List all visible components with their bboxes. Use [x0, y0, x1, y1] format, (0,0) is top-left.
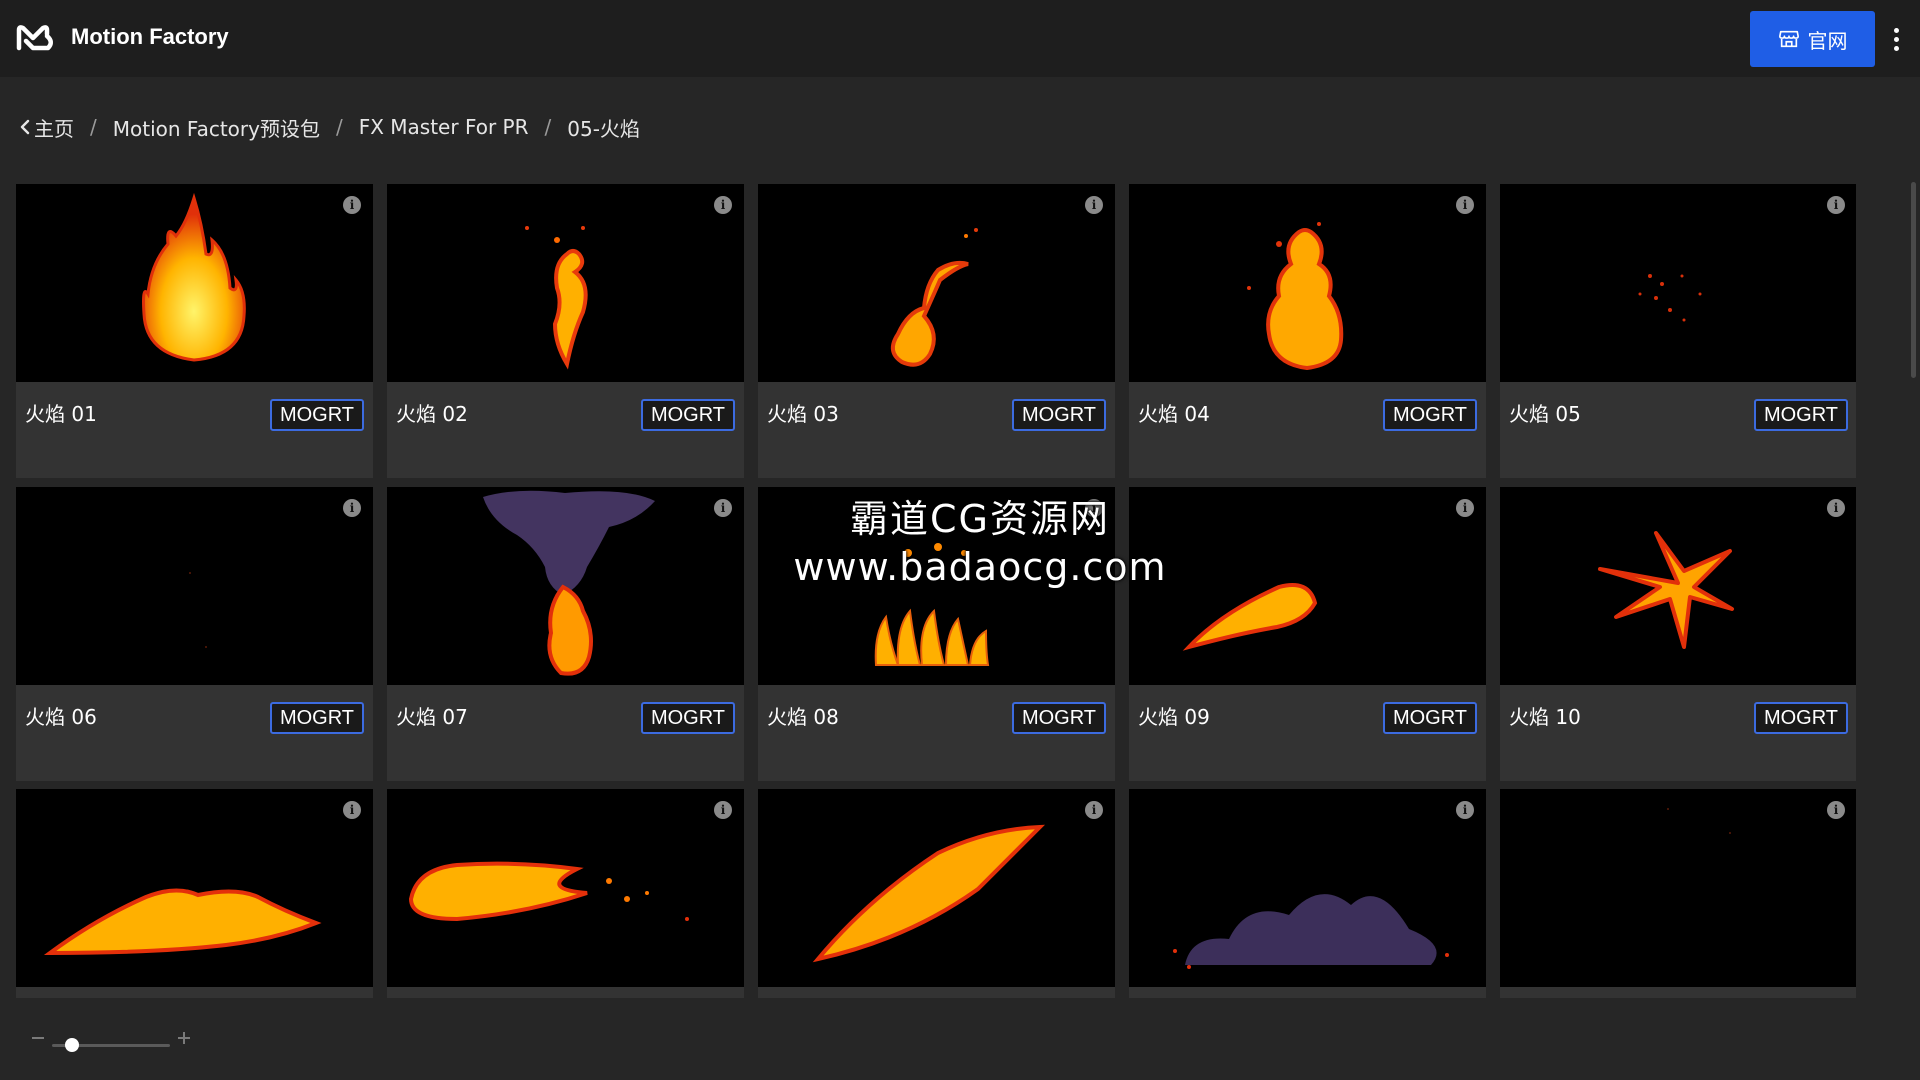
- effect-card[interactable]: i: [16, 789, 373, 998]
- effect-thumbnail: [758, 487, 1115, 685]
- info-icon[interactable]: i: [714, 196, 732, 214]
- footer-bar: [0, 998, 1920, 1080]
- effect-thumbnail: [1500, 487, 1856, 685]
- zoom-slider-handle[interactable]: [65, 1038, 80, 1052]
- info-icon[interactable]: i: [343, 196, 361, 214]
- effect-card[interactable]: i 火焰 01 MOGRT: [16, 184, 373, 478]
- effect-card[interactable]: i 火焰 06 MOGRT: [16, 487, 373, 781]
- breadcrumb: 主页 / Motion Factory预设包 / FX Master For P…: [20, 112, 640, 142]
- info-icon[interactable]: i: [343, 499, 361, 517]
- breadcrumb-fx-master[interactable]: FX Master For PR: [359, 115, 529, 139]
- info-icon[interactable]: i: [714, 499, 732, 517]
- info-icon[interactable]: i: [343, 801, 361, 819]
- effect-title: 火焰 03: [767, 402, 839, 426]
- info-icon[interactable]: i: [1456, 196, 1474, 214]
- more-menu-button[interactable]: [1884, 24, 1908, 54]
- mogrt-badge[interactable]: MOGRT: [1754, 702, 1848, 734]
- effect-card[interactable]: i 火焰 08 MOGRT: [758, 487, 1115, 781]
- info-icon[interactable]: i: [1827, 499, 1845, 517]
- official-site-button[interactable]: 官网: [1750, 11, 1875, 67]
- mogrt-badge[interactable]: MOGRT: [1012, 702, 1106, 734]
- effect-title: 火焰 10: [1509, 705, 1581, 729]
- mogrt-badge[interactable]: MOGRT: [1383, 702, 1477, 734]
- info-icon[interactable]: i: [1827, 801, 1845, 819]
- effect-thumbnail: [16, 487, 373, 685]
- effect-card[interactable]: i 火焰 10 MOGRT: [1500, 487, 1856, 781]
- effect-card[interactable]: i 火焰 07 MOGRT: [387, 487, 744, 781]
- effect-title: 火焰 04: [1138, 402, 1210, 426]
- mogrt-badge[interactable]: MOGRT: [641, 399, 735, 431]
- mogrt-badge[interactable]: MOGRT: [270, 702, 364, 734]
- effect-title: 火焰 07: [396, 705, 468, 729]
- effect-card[interactable]: i 火焰 05 MOGRT: [1500, 184, 1856, 478]
- effect-card[interactable]: i 火焰 09 MOGRT: [1129, 487, 1486, 781]
- breadcrumb-separator: /: [335, 115, 343, 139]
- info-icon[interactable]: i: [1085, 499, 1103, 517]
- effect-thumbnail: [1500, 789, 1856, 987]
- plus-icon[interactable]: [176, 1030, 192, 1046]
- info-icon[interactable]: i: [714, 801, 732, 819]
- breadcrumb-current[interactable]: 05-火焰: [567, 113, 640, 142]
- effect-thumbnail: [758, 184, 1115, 382]
- info-icon[interactable]: i: [1085, 801, 1103, 819]
- effect-thumbnail: [387, 487, 744, 685]
- official-site-label: 官网: [1807, 28, 1848, 53]
- effect-thumbnail: [387, 789, 744, 987]
- effect-title: 火焰 06: [25, 705, 97, 729]
- storefront-icon: [1778, 30, 1799, 48]
- mogrt-badge[interactable]: MOGRT: [1012, 399, 1106, 431]
- mogrt-badge[interactable]: MOGRT: [641, 702, 735, 734]
- top-bar: Motion Factory 官网: [0, 0, 1920, 77]
- effect-card[interactable]: i 火焰 03 MOGRT: [758, 184, 1115, 478]
- info-icon[interactable]: i: [1827, 196, 1845, 214]
- motion-factory-logo[interactable]: [16, 22, 56, 54]
- effect-title: 火焰 05: [1509, 402, 1581, 426]
- mogrt-badge[interactable]: MOGRT: [1754, 399, 1848, 431]
- breadcrumb-preset-pack[interactable]: Motion Factory预设包: [113, 113, 320, 142]
- effect-card[interactable]: i: [1129, 789, 1486, 998]
- effect-card[interactable]: i: [1500, 789, 1856, 998]
- minus-icon[interactable]: [30, 1030, 46, 1046]
- effect-card[interactable]: i: [387, 789, 744, 998]
- effect-title: 火焰 08: [767, 705, 839, 729]
- info-icon[interactable]: i: [1456, 801, 1474, 819]
- effect-card[interactable]: i 火焰 04 MOGRT: [1129, 184, 1486, 478]
- mogrt-badge[interactable]: MOGRT: [1383, 399, 1477, 431]
- effect-title: 火焰 02: [396, 402, 468, 426]
- info-icon[interactable]: i: [1085, 196, 1103, 214]
- effect-card[interactable]: i 火焰 02 MOGRT: [387, 184, 744, 478]
- effects-grid: i 火焰 01 MOGRT i 火焰 02 MOGRT i 火焰 03 MOGR…: [16, 184, 1856, 998]
- mogrt-badge[interactable]: MOGRT: [270, 399, 364, 431]
- effect-thumbnail: [1500, 184, 1856, 382]
- vertical-dots-icon: [1893, 27, 1899, 33]
- breadcrumb-separator: /: [90, 115, 97, 139]
- effect-thumbnail: [1129, 487, 1486, 685]
- effect-card[interactable]: i: [758, 789, 1115, 998]
- vertical-scrollbar[interactable]: [1911, 182, 1916, 378]
- breadcrumb-home[interactable]: 主页: [20, 113, 74, 142]
- effect-thumbnail: [387, 184, 744, 382]
- effect-thumbnail: [758, 789, 1115, 987]
- effect-thumbnail: [1129, 789, 1486, 987]
- brand-name[interactable]: Motion Factory: [71, 24, 229, 50]
- effect-thumbnail: [1129, 184, 1486, 382]
- effect-thumbnail: [16, 184, 373, 382]
- breadcrumb-separator: /: [544, 115, 552, 139]
- effect-title: 火焰 01: [25, 402, 97, 426]
- info-icon[interactable]: i: [1456, 499, 1474, 517]
- effect-thumbnail: [16, 789, 373, 987]
- chevron-left-icon: [20, 119, 30, 135]
- effect-title: 火焰 09: [1138, 705, 1210, 729]
